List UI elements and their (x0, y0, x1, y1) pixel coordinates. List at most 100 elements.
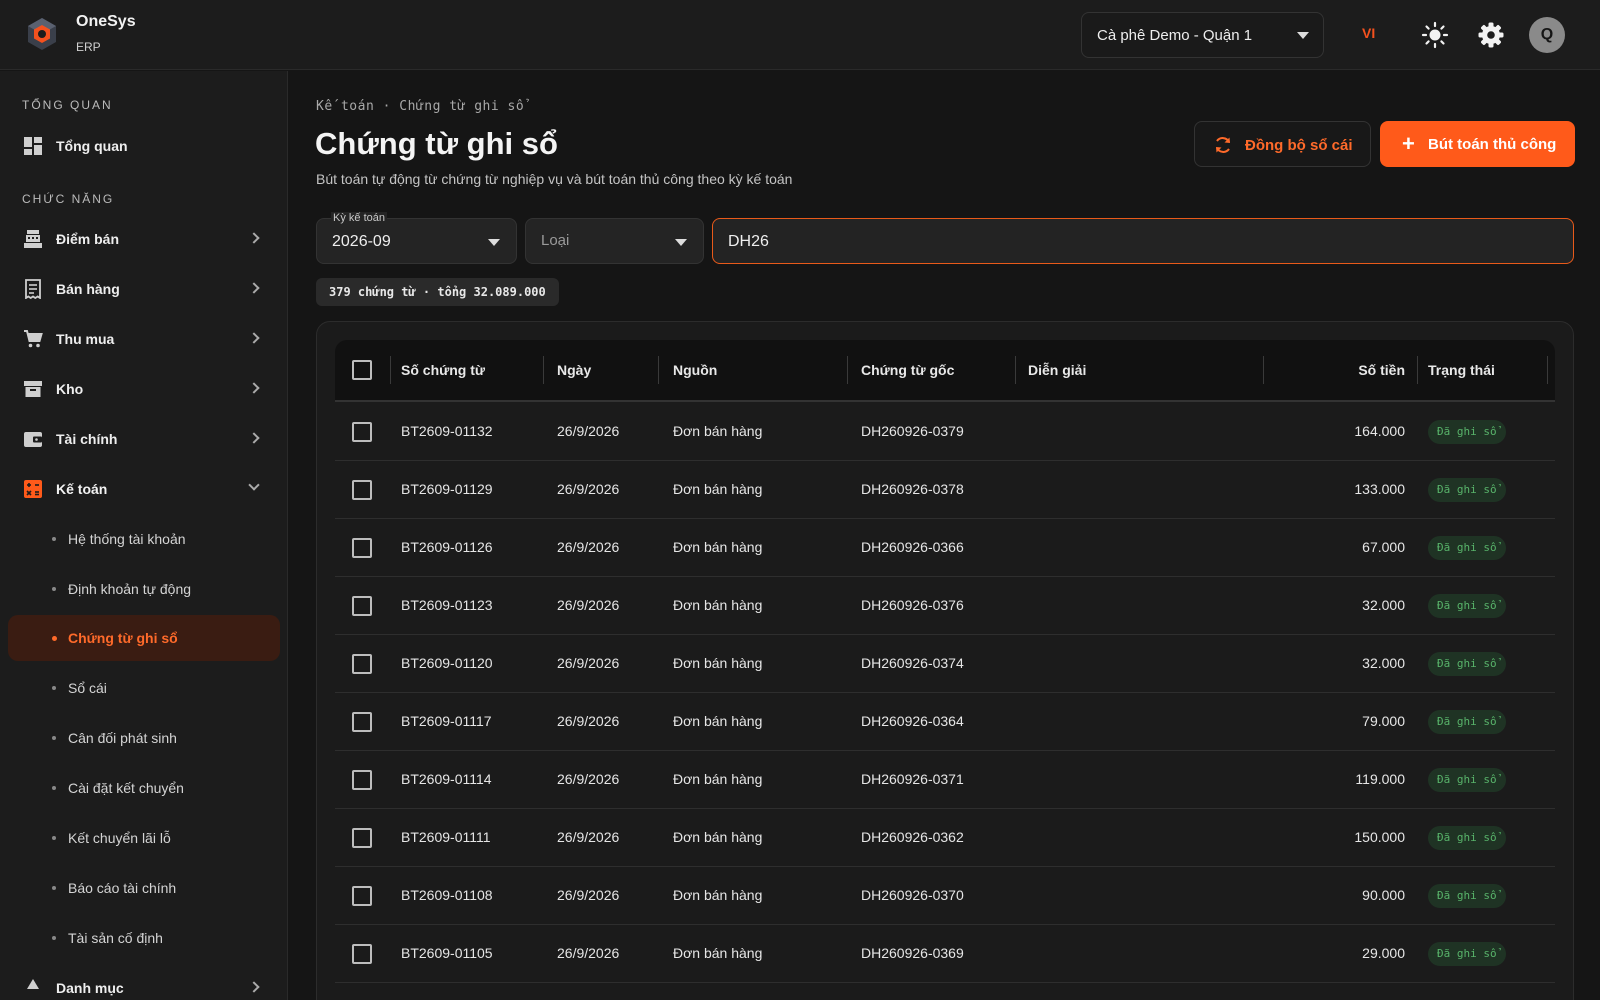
table-row[interactable]: BT2609-01126 26/9/2026 Đơn bán hàng DH26092… (335, 519, 1555, 577)
table-row[interactable]: BT2609-01129 26/9/2026 Đơn bán hàng DH26092… (335, 461, 1555, 519)
onesys-logo-icon[interactable] (24, 16, 60, 52)
cell-origin[interactable]: DH260926-0379 (861, 423, 964, 439)
cell-voucher-no[interactable]: BT2609-01111 (401, 829, 491, 845)
column-header-date[interactable]: Ngày (557, 362, 591, 378)
gear-icon[interactable] (1477, 21, 1505, 49)
type-select[interactable]: Loại (525, 218, 704, 264)
row-checkbox[interactable] (352, 422, 372, 442)
column-header-amount[interactable]: Số tiền (1335, 362, 1405, 378)
sidebar-subitem-label: Chứng từ ghi sổ (68, 630, 178, 646)
sidebar-subitem-label: Kết chuyển lãi lỗ (68, 830, 171, 846)
row-checkbox[interactable] (352, 828, 372, 848)
manual-entry-button[interactable]: + Bút toán thủ công (1380, 121, 1575, 167)
table-row[interactable]: BT2609-01123 26/9/2026 Đơn bán hàng DH26092… (335, 577, 1555, 635)
table-row[interactable]: BT2609-01117 26/9/2026 Đơn bán hàng DH26092… (335, 693, 1555, 751)
cell-source: Đơn bán hàng (673, 713, 763, 729)
column-divider (543, 356, 544, 384)
store-select-value: Cà phê Demo - Quận 1 (1097, 27, 1253, 44)
table-row[interactable]: BT2609-01132 26/9/2026 Đơn bán hàng DH26092… (335, 403, 1555, 461)
sidebar-subitem-financial-reports[interactable]: Báo cáo tài chính (8, 865, 280, 911)
table-row[interactable]: BT2609-01111 26/9/2026 Đơn bán hàng DH26092… (335, 809, 1555, 867)
sidebar-subitem-fixed-assets[interactable]: Tài sản cố định (8, 915, 280, 961)
sidebar-subitem-profit-loss-closing[interactable]: Kết chuyển lãi lỗ (8, 815, 280, 861)
chevron-right-icon (248, 981, 260, 993)
caret-down-icon (1297, 32, 1309, 39)
store-select[interactable]: Cà phê Demo - Quận 1 (1081, 12, 1324, 58)
user-avatar[interactable]: Q (1529, 17, 1565, 53)
row-checkbox[interactable] (352, 480, 372, 500)
sidebar-section-overview: TỔNG QUAN (22, 98, 113, 112)
row-checkbox[interactable] (352, 538, 372, 558)
column-header-description[interactable]: Diễn giải (1028, 362, 1086, 378)
cell-origin[interactable]: DH260926-0371 (861, 771, 964, 787)
cell-origin[interactable]: DH260926-0369 (861, 945, 964, 961)
cell-origin[interactable]: DH260926-0370 (861, 887, 964, 903)
sidebar-subitem-closing-settings[interactable]: Cài đặt kết chuyển (8, 765, 280, 811)
column-divider (1263, 356, 1264, 384)
sync-ledger-button[interactable]: Đồng bộ sổ cái (1194, 121, 1371, 167)
sidebar-subitem-trial-balance[interactable]: Cân đối phát sinh (8, 715, 280, 761)
cell-origin[interactable]: DH260926-0376 (861, 597, 964, 613)
row-checkbox[interactable] (352, 596, 372, 616)
row-checkbox[interactable] (352, 770, 372, 790)
sidebar-item-purchasing[interactable]: Thu mua (8, 316, 280, 362)
cell-voucher-no[interactable]: BT2609-01108 (401, 887, 493, 903)
cell-origin[interactable]: DH260926-0362 (861, 829, 964, 845)
cell-voucher-no[interactable]: BT2609-01129 (401, 481, 493, 497)
table-row[interactable]: BT2609-01105 26/9/2026 Đơn bán hàng DH26092… (335, 925, 1555, 983)
cell-origin[interactable]: DH260926-0366 (861, 539, 964, 555)
cell-date: 26/9/2026 (557, 423, 620, 439)
sidebar-subitem-auto-posting[interactable]: Định khoản tự động (8, 566, 280, 612)
caret-down-icon (675, 239, 687, 246)
table-row[interactable]: BT2609-01120 26/9/2026 Đơn bán hàng DH26092… (335, 635, 1555, 693)
cell-source: Đơn bán hàng (673, 771, 763, 787)
row-checkbox[interactable] (352, 712, 372, 732)
cell-date: 26/9/2026 (557, 713, 620, 729)
row-checkbox[interactable] (352, 654, 372, 674)
cell-source: Đơn bán hàng (673, 887, 763, 903)
sidebar-item-accounting[interactable]: Kế toán (8, 466, 280, 512)
sidebar-subitem-chart-of-accounts[interactable]: Hệ thống tài khoản (8, 516, 280, 562)
sidebar-item-overview[interactable]: Tổng quan (8, 123, 280, 169)
sidebar-subitem-label: Báo cáo tài chính (68, 880, 177, 896)
column-divider (1417, 356, 1418, 384)
cell-source: Đơn bán hàng (673, 829, 763, 845)
cell-voucher-no[interactable]: BT2609-01117 (401, 713, 492, 729)
sidebar-subitem-journal-vouchers[interactable]: Chứng từ ghi sổ (8, 615, 280, 661)
sidebar-item-label: Kế toán (56, 481, 108, 497)
cell-amount: 67.000 (1362, 539, 1405, 555)
row-checkbox[interactable] (352, 944, 372, 964)
table-header: Số chứng từ Ngày Nguồn Chứng từ gốc Diễn… (335, 340, 1555, 402)
cell-voucher-no[interactable]: BT2609-01126 (401, 539, 493, 555)
column-header-source[interactable]: Nguồn (673, 362, 717, 378)
cell-voucher-no[interactable]: BT2609-01105 (401, 945, 493, 961)
sidebar-item-finance[interactable]: Tài chính (8, 416, 280, 462)
status-badge: Đã ghi sổ (1428, 884, 1506, 908)
column-header-origin[interactable]: Chứng từ gốc (861, 362, 954, 378)
table-row[interactable]: BT2609-01114 26/9/2026 Đơn bán hàng DH26092… (335, 751, 1555, 809)
cell-voucher-no[interactable]: BT2609-01120 (401, 655, 493, 671)
column-header-voucher-no[interactable]: Số chứng từ (401, 362, 485, 378)
cell-voucher-no[interactable]: BT2609-01123 (401, 597, 493, 613)
sidebar-subitem-label: Cân đối phát sinh (68, 730, 177, 746)
cart-icon (24, 330, 43, 348)
sidebar-item-warehouse[interactable]: Kho (8, 366, 280, 412)
cell-origin[interactable]: DH260926-0378 (861, 481, 964, 497)
sidebar-item-catalog[interactable]: Danh mục (8, 965, 280, 1000)
sidebar-item-pos[interactable]: Điểm bán (8, 216, 280, 262)
sidebar-item-sales[interactable]: Bán hàng (8, 266, 280, 312)
select-all-checkbox[interactable] (352, 360, 372, 380)
sun-icon[interactable] (1421, 21, 1449, 49)
cell-voucher-no[interactable]: BT2609-01114 (401, 771, 492, 787)
cell-origin[interactable]: DH260926-0374 (861, 655, 964, 671)
column-header-status[interactable]: Trạng thái (1428, 362, 1495, 378)
search-input[interactable]: DH26 (712, 218, 1574, 264)
sidebar-subitem-general-ledger[interactable]: Sổ cái (8, 665, 280, 711)
row-checkbox[interactable] (352, 886, 372, 906)
period-select[interactable]: Kỳ kế toán 2026-09 (316, 212, 517, 264)
language-toggle[interactable]: VI (1362, 25, 1375, 41)
cell-amount: 29.000 (1362, 945, 1405, 961)
cell-origin[interactable]: DH260926-0364 (861, 713, 964, 729)
cell-voucher-no[interactable]: BT2609-01132 (401, 423, 493, 439)
table-row[interactable]: BT2609-01108 26/9/2026 Đơn bán hàng DH26092… (335, 867, 1555, 925)
